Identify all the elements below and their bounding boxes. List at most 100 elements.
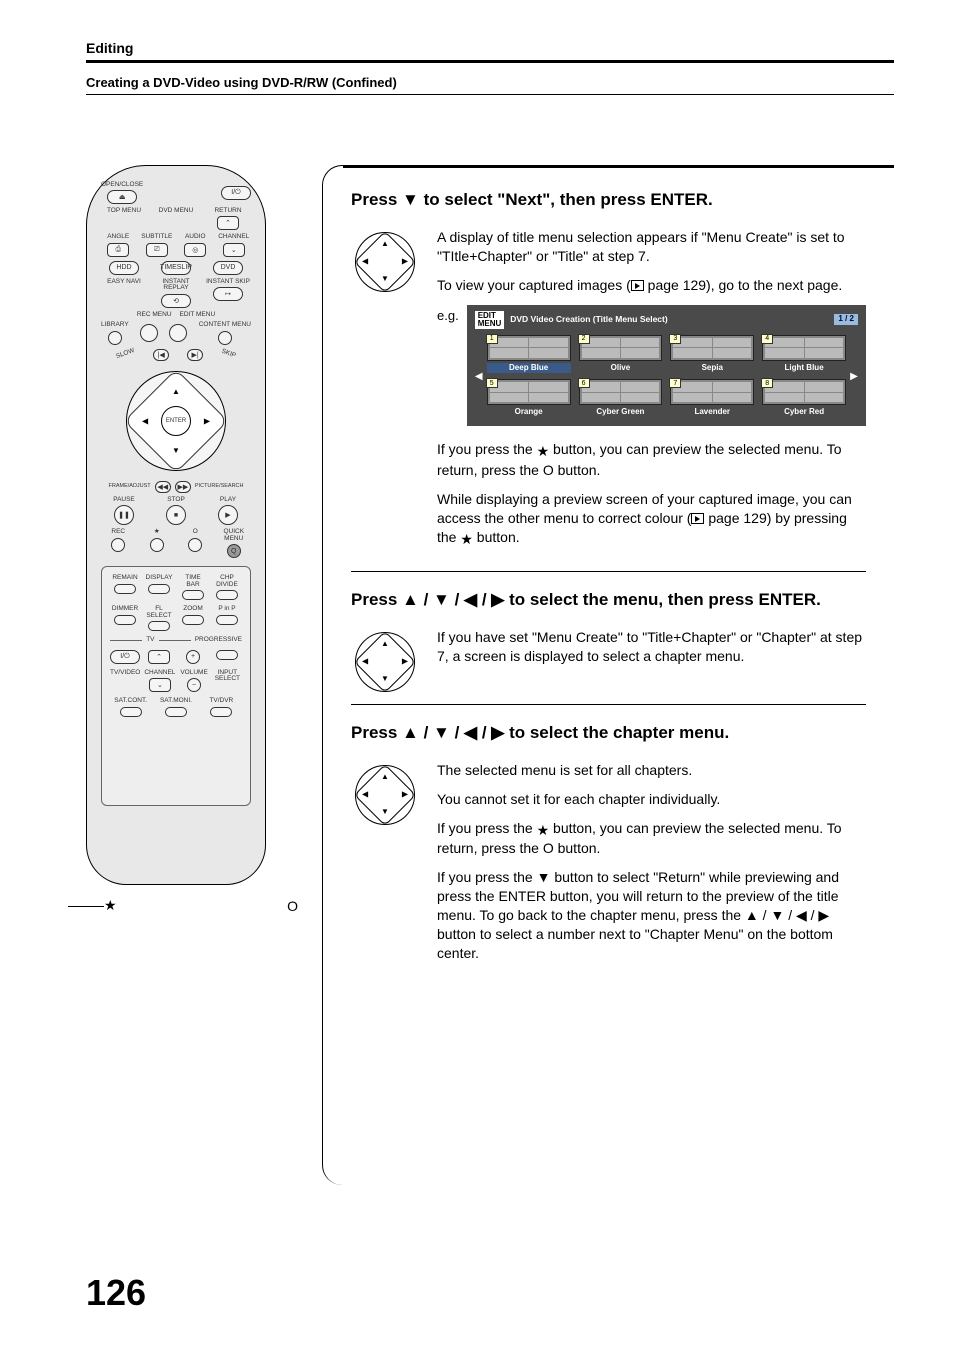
menu-thumbnail: 6 xyxy=(579,379,663,405)
display-label: DISPLAY xyxy=(146,575,173,582)
enter-button[interactable]: ENTER xyxy=(161,406,191,436)
step3-p1: The selected menu is set for all chapter… xyxy=(437,761,866,780)
step1-p2: To view your captured images ( page 129)… xyxy=(437,276,866,295)
time-bar-button[interactable] xyxy=(182,590,204,600)
quick-menu-label: QUICK MENU xyxy=(217,529,252,542)
up-arrow-icon[interactable]: ▲ xyxy=(172,387,180,396)
thumb-label: Light Blue xyxy=(762,363,846,374)
down-arrow-icon[interactable]: ▼ xyxy=(172,446,180,455)
skip-fwd-button[interactable]: ▶▶ xyxy=(175,481,191,493)
progressive-button[interactable] xyxy=(216,650,238,660)
volume-label: VOLUME xyxy=(180,670,207,677)
thumb-label: Sepia xyxy=(670,363,754,374)
thumb-nav-right-icon: ▶ xyxy=(850,370,858,384)
left-arrow-icon[interactable]: ◀ xyxy=(142,416,148,425)
remote-lower-panel: REMAIN DISPLAY TIME BAR CHP DIVIDE DIMME… xyxy=(101,566,251,806)
play-button[interactable]: ▶ xyxy=(218,505,238,525)
easy-navi-label: EASY NAVI xyxy=(107,279,141,286)
menu-thumbnail: 2 xyxy=(579,335,663,361)
tv-dvr-button[interactable] xyxy=(210,707,232,717)
down-arrow-icon: ▼ xyxy=(402,190,419,210)
thumb-number: 2 xyxy=(578,334,590,344)
dvd-button[interactable]: DVD xyxy=(213,261,243,275)
sat-cont-button[interactable] xyxy=(120,707,142,717)
rec-menu-label: REC MENU xyxy=(137,312,172,319)
remote-control: OPEN/CLOSE ⏏ I/⏻ TOP MENU DVD MENU RETUR… xyxy=(86,165,266,885)
volume-down-button[interactable]: − xyxy=(187,678,201,692)
footer-star-icon: ★ xyxy=(68,897,117,914)
stop-button[interactable]: ■ xyxy=(166,505,186,525)
rec-button[interactable] xyxy=(111,538,125,552)
sat-moni-label: SAT.MONI. xyxy=(160,698,192,705)
dimmer-button[interactable] xyxy=(114,615,136,625)
rec-menu-button[interactable] xyxy=(140,324,158,342)
step2-p1: If you have set "Menu Create" to "Title+… xyxy=(437,628,866,666)
thumb-number: 7 xyxy=(669,378,681,388)
subtitle-button[interactable]: ⎚ xyxy=(146,243,168,257)
instant-replay-button[interactable]: ⟲ xyxy=(161,294,191,308)
tv-label: TV xyxy=(146,637,154,644)
hdd-button[interactable]: HDD xyxy=(109,261,139,275)
fl-select-button[interactable] xyxy=(148,621,170,631)
step3-p4: If you press the ▼ button to select "Ret… xyxy=(437,868,866,962)
dvd-menu-label: DVD MENU xyxy=(159,208,194,215)
instant-skip-button[interactable]: ↦ xyxy=(213,287,243,301)
page-subtitle: Creating a DVD-Video using DVD-R/RW (Con… xyxy=(86,75,894,95)
channel-label: CHANNEL xyxy=(218,234,249,241)
menu-thumbnail: 8 xyxy=(762,379,846,405)
timeslip-button[interactable]: TIMESLIP xyxy=(161,261,191,275)
return-label: RETURN xyxy=(214,208,241,215)
rev-button[interactable]: |◀ xyxy=(153,349,169,361)
right-arrow-icon[interactable]: ▶ xyxy=(204,416,210,425)
pause-button[interactable]: ❚❚ xyxy=(114,505,134,525)
step1-p4: While displaying a preview screen of you… xyxy=(437,490,866,549)
zoom-button[interactable] xyxy=(182,615,204,625)
skip-back-button[interactable]: ◀◀ xyxy=(155,481,171,493)
content-menu-button[interactable] xyxy=(218,331,232,345)
circle-button[interactable] xyxy=(188,538,202,552)
star-button[interactable] xyxy=(150,538,164,552)
display-button[interactable] xyxy=(148,584,170,594)
quick-menu-button[interactable]: Q xyxy=(227,544,241,558)
return-button[interactable]: ⌃ xyxy=(217,216,239,230)
chp-divide-button[interactable] xyxy=(216,590,238,600)
dimmer-label: DIMMER xyxy=(112,606,138,613)
instant-skip-label: INSTANT SKIP xyxy=(206,279,250,286)
volume-up-button[interactable]: + xyxy=(186,650,200,664)
remote-column: OPEN/CLOSE ⏏ I/⏻ TOP MENU DVD MENU RETUR… xyxy=(86,165,286,1185)
eject-button[interactable]: ⏏ xyxy=(107,190,137,204)
angle-button[interactable]: ⎙ xyxy=(107,243,129,257)
remain-label: REMAIN xyxy=(112,575,137,582)
channel-down2-button[interactable]: ⌄ xyxy=(149,678,171,692)
thumb-cell: 8Cyber Red xyxy=(762,379,846,418)
input-select-label: INPUT SELECT xyxy=(213,670,242,683)
tv-power-button[interactable]: I/⏻ xyxy=(110,650,140,664)
fwd-button[interactable]: ▶| xyxy=(187,349,203,361)
power-button[interactable]: I/⏻ xyxy=(221,186,251,200)
thumb-number: 6 xyxy=(578,378,590,388)
rec-label: REC xyxy=(111,529,125,536)
top-menu-label: TOP MENU xyxy=(107,208,141,215)
frame-adjust-label: FRAME/ADJUST xyxy=(109,484,151,490)
screenshot-title: DVD Video Creation (Title Menu Select) xyxy=(510,314,828,325)
thumb-number: 3 xyxy=(669,334,681,344)
step1-p3: If you press the ★ button, you can previ… xyxy=(437,440,866,480)
fl-select-label: FL SELECT xyxy=(144,606,174,619)
star-icon: ★ xyxy=(537,442,550,461)
library-button[interactable] xyxy=(108,331,122,345)
menu-thumbnail: 3 xyxy=(670,335,754,361)
play-label: PLAY xyxy=(220,497,236,504)
remain-button[interactable] xyxy=(114,584,136,594)
channel-down-button[interactable]: ⌄ xyxy=(223,243,245,257)
pinp-button[interactable] xyxy=(216,615,238,625)
enter-d-pad-icon: ENTER ▲▼◀▶ xyxy=(355,765,415,825)
enter-d-pad-icon: ENTER ▲▼◀▶ xyxy=(355,232,415,292)
channel-up-button[interactable]: ⌃ xyxy=(148,650,170,664)
sat-moni-button[interactable] xyxy=(165,707,187,717)
content-menu-label: CONTENT MENU xyxy=(199,322,251,329)
thumb-number: 8 xyxy=(761,378,773,388)
audio-button[interactable]: ◎ xyxy=(184,243,206,257)
edit-menu-button[interactable] xyxy=(169,324,187,342)
thumb-cell: 2Olive xyxy=(579,335,663,374)
library-label: LIBRARY xyxy=(101,322,129,329)
